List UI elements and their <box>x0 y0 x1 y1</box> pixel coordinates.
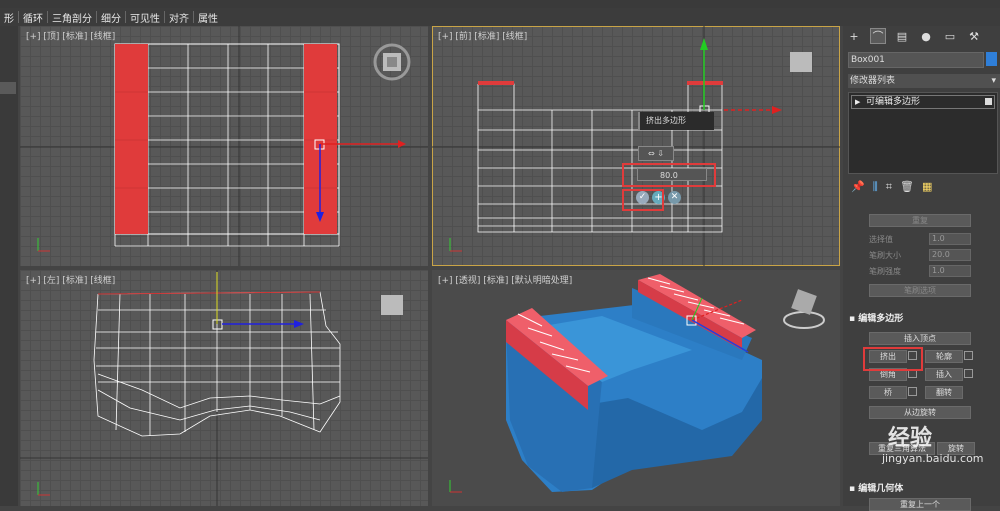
stack-tools: 📌 ⫼ ⌗ 🗑 ▦ <box>851 180 932 194</box>
brush-strength-label: 笔刷强度 <box>869 267 901 276</box>
configure-sets-icon[interactable]: ▦ <box>922 180 932 194</box>
select-value-label: 选择值 <box>869 235 893 244</box>
hinge-button[interactable]: 从边旋转 <box>869 406 971 419</box>
viewport-label[interactable]: [+] [顶] [标准] [线框] <box>26 29 115 42</box>
caddy-mode-dropdown[interactable]: ⇔ ⇩ <box>638 146 674 161</box>
modifier-list-dropdown[interactable]: 修改器列表 ▾ <box>848 74 1000 88</box>
menu-item[interactable]: 对齐 <box>165 10 193 25</box>
highlight-box <box>622 163 716 187</box>
watermark: 经验 jingyan.baidu.com <box>862 420 984 480</box>
cancel-icon[interactable]: ✕ <box>668 191 681 204</box>
brush-size-spinner[interactable]: 20.0 <box>929 249 971 261</box>
create-tab-icon[interactable]: + <box>847 29 861 43</box>
ribbon-menu: 形 循环 三角剖分 细分 可见性 对齐 属性 <box>0 8 1000 26</box>
watermark-logo-text: 经验 <box>888 426 933 451</box>
menu-item[interactable]: 属性 <box>194 10 222 25</box>
selected-face[interactable] <box>115 44 148 234</box>
outline-settings-icon[interactable] <box>964 351 973 360</box>
toolstrip-button[interactable] <box>0 82 16 94</box>
brush-strength-spinner[interactable]: 1.0 <box>929 265 971 277</box>
hierarchy-tab-icon[interactable]: ▤ <box>895 29 909 43</box>
stack-item-label: 可编辑多边形 <box>866 97 921 107</box>
modifier-list-label: 修改器列表 <box>850 76 896 86</box>
bridge-button[interactable]: 桥 <box>869 386 907 399</box>
viewport-front[interactable]: [+] [前] [标准] [线框] <box>432 26 840 266</box>
display-tab-icon[interactable]: ▭ <box>943 29 957 43</box>
viewport-label[interactable]: [+] [左] [标准] [线框] <box>26 273 115 286</box>
collapse-icon: ▪ <box>849 314 859 324</box>
paint-rollout: 重复 选择值 1.0 笔刷大小 20.0 笔刷强度 1.0 笔刷选项 <box>849 212 998 302</box>
object-color-swatch[interactable] <box>986 52 997 66</box>
inset-button[interactable]: 插入 <box>925 368 963 381</box>
repeat-button[interactable]: 重复 <box>869 214 971 227</box>
modifier-stack: ▶ 可编辑多边形 <box>848 92 998 174</box>
show-end-result-icon[interactable]: ⫼ <box>873 180 878 194</box>
viewport-left[interactable]: [+] [左] [标准] [线框] <box>20 270 428 506</box>
rollout-header[interactable]: ▪ 编辑几何体 <box>849 482 998 496</box>
command-tabs: + ⌒ ▤ ● ▭ ⚒ <box>843 26 1000 46</box>
viewport-perspective[interactable]: [+] [透视] [标准] [默认明暗处理] <box>432 270 840 506</box>
make-unique-icon[interactable]: ⌗ <box>886 180 892 194</box>
caddy-title: 挤出多边形 <box>638 112 714 130</box>
highlight-box <box>863 347 923 371</box>
rollout-header[interactable]: ▪ 编辑多边形 <box>849 312 998 326</box>
menu-item[interactable]: 三角剖分 <box>48 10 96 25</box>
inset-settings-icon[interactable] <box>964 369 973 378</box>
select-value-spinner[interactable]: 1.0 <box>929 233 971 245</box>
brush-options-button[interactable]: 笔刷选项 <box>869 284 971 297</box>
top-wireframe <box>20 26 428 266</box>
bridge-settings-icon[interactable] <box>908 387 917 396</box>
left-toolstrip <box>0 26 18 506</box>
highlight-box <box>622 189 664 211</box>
left-wireframe <box>20 270 428 506</box>
front-wireframe <box>432 26 840 266</box>
viewport-label[interactable]: [+] [前] [标准] [线框] <box>438 29 527 42</box>
toggle-icon[interactable] <box>985 98 992 105</box>
menu-item[interactable]: 循环 <box>19 10 47 25</box>
brush-size-label: 笔刷大小 <box>869 251 901 260</box>
selected-face[interactable] <box>687 81 723 85</box>
pin-icon[interactable]: 📌 <box>851 180 865 194</box>
insert-vertex-button[interactable]: 插入顶点 <box>869 332 971 345</box>
expand-icon[interactable]: ▶ <box>855 96 860 108</box>
menu-item[interactable]: 可见性 <box>126 10 164 25</box>
viewport-label[interactable]: [+] [透视] [标准] [默认明暗处理] <box>438 273 572 286</box>
menu-item[interactable]: 形 <box>0 10 18 25</box>
perspective-model <box>449 274 825 493</box>
modify-tab-icon[interactable]: ⌒ <box>870 28 886 44</box>
repeat-last-button[interactable]: 重复上一个 <box>869 498 971 511</box>
motion-tab-icon[interactable]: ● <box>919 29 933 43</box>
chevron-down-icon: ▾ <box>991 76 996 86</box>
object-name-field[interactable]: Box001 <box>848 52 984 68</box>
rollout-title: 编辑多边形 <box>858 314 904 324</box>
selected-face[interactable] <box>478 81 514 85</box>
viewport-top[interactable]: [+] [顶] [标准] [线框] <box>20 26 428 266</box>
flip-button[interactable]: 翻转 <box>925 386 963 399</box>
menu-item[interactable]: 细分 <box>97 10 125 25</box>
utilities-tab-icon[interactable]: ⚒ <box>967 29 981 43</box>
watermark-url: jingyan.baidu.com <box>882 452 984 465</box>
remove-modifier-icon[interactable]: 🗑 <box>900 180 914 194</box>
outline-button[interactable]: 轮廓 <box>925 350 963 363</box>
collapse-icon: ▪ <box>849 484 859 494</box>
stack-item-editable-poly[interactable]: ▶ 可编辑多边形 <box>851 95 995 109</box>
edit-geometry-rollout: ▪ 编辑几何体 重复上一个 <box>849 482 998 511</box>
rollout-title: 编辑几何体 <box>858 484 904 494</box>
